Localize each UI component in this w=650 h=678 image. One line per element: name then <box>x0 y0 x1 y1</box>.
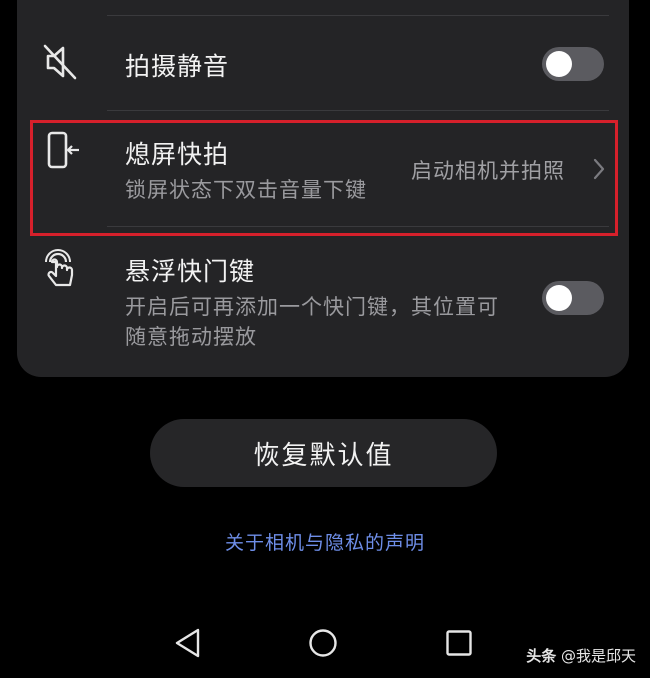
toggle-knob <box>546 51 572 77</box>
recents-button[interactable] <box>441 625 477 661</box>
setting-subtitle: 开启后可再添加一个快门键，其位置可随意拖动摆放 <box>125 295 499 349</box>
highlight-box <box>30 120 618 236</box>
floating-shutter-toggle[interactable] <box>542 281 604 315</box>
watermark-brand: 头条 <box>526 647 557 665</box>
divider <box>107 110 609 111</box>
mute-toggle[interactable] <box>542 47 604 81</box>
back-button[interactable] <box>170 625 206 661</box>
mute-icon <box>42 42 78 82</box>
divider-top <box>107 15 609 16</box>
toggle-knob <box>546 285 572 311</box>
home-button[interactable] <box>305 625 341 661</box>
privacy-statement-link[interactable]: 关于相机与隐私的声明 <box>0 528 650 555</box>
home-circle-icon <box>309 629 337 657</box>
watermark: 头条 @我是邱天 <box>526 645 636 666</box>
touch-gesture-icon <box>42 248 78 288</box>
back-triangle-icon <box>175 628 200 658</box>
setting-title: 悬浮快门键 <box>125 257 256 286</box>
recents-square-icon <box>446 630 472 656</box>
setting-title: 拍摄静音 <box>125 52 230 81</box>
reset-defaults-button[interactable]: 恢复默认值 <box>150 419 497 487</box>
navigation-bar <box>0 605 650 678</box>
watermark-author: @我是邱天 <box>560 647 636 665</box>
